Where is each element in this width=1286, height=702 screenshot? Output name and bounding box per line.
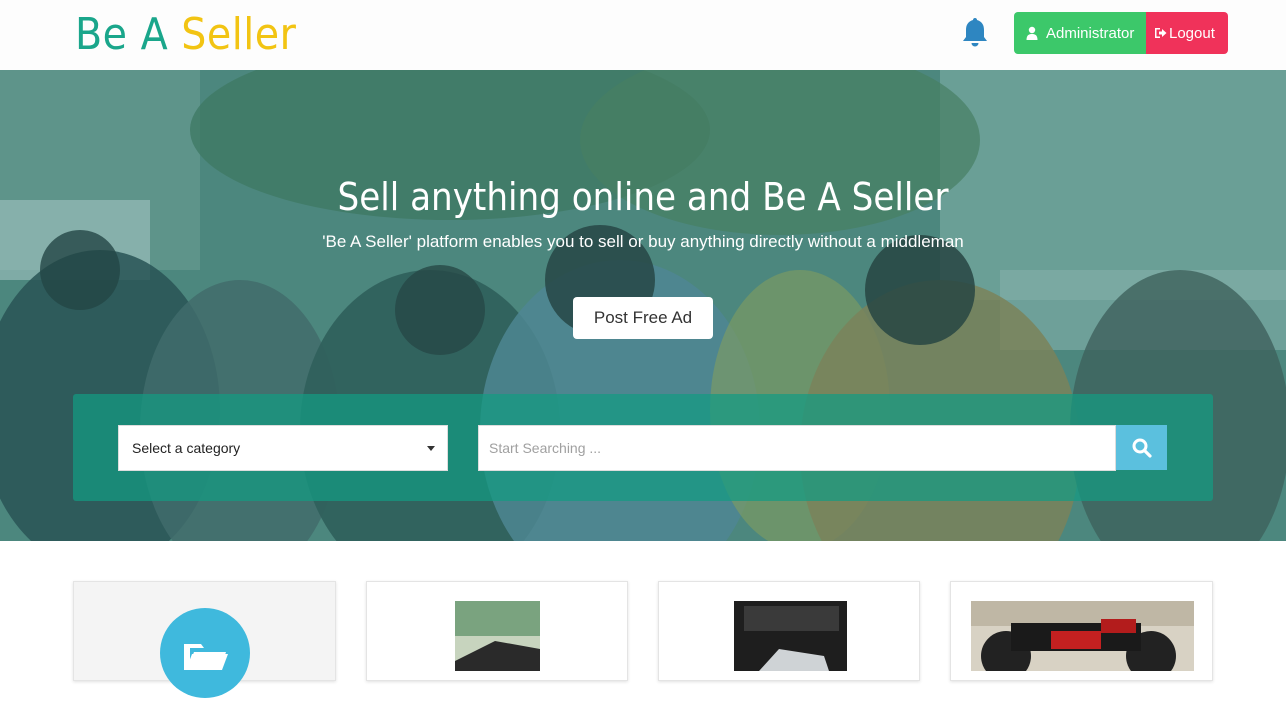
listing-image-motorcycle (971, 601, 1194, 671)
search-input[interactable] (478, 425, 1116, 471)
category-icon-circle (160, 608, 250, 698)
sign-out-icon (1155, 28, 1167, 38)
category-card[interactable] (73, 581, 336, 698)
user-icon (1026, 26, 1038, 40)
post-free-ad-button[interactable]: Post Free Ad (573, 297, 713, 339)
logout-button[interactable]: Logout (1146, 12, 1228, 54)
listing-card[interactable] (658, 581, 920, 681)
folder-open-icon (184, 644, 228, 670)
bell-icon[interactable] (960, 16, 990, 48)
hero-subtitle: 'Be A Seller' platform enables you to se… (322, 232, 964, 251)
search-icon (1132, 438, 1152, 458)
logo-text-seller: Seller (181, 9, 297, 60)
listing-card[interactable] (366, 581, 628, 681)
listing-image-device (734, 601, 847, 671)
administrator-button[interactable]: Administrator (1014, 12, 1146, 54)
logout-label: Logout (1169, 24, 1215, 42)
search-panel: Select a category (73, 394, 1213, 501)
logo-text-be-a: Be A (75, 9, 169, 60)
category-select-value: Select a category (132, 440, 241, 456)
caret-down-icon (427, 446, 435, 451)
administrator-label: Administrator (1046, 24, 1135, 42)
category-select[interactable]: Select a category (118, 425, 448, 471)
top-navbar: Be A Seller Administrator Logout (0, 0, 1286, 70)
listing-card[interactable] (950, 581, 1213, 681)
site-logo[interactable]: Be A Seller (75, 10, 296, 60)
listing-image-tablet (455, 601, 540, 671)
hero-title: Sell anything online and Be A Seller (337, 175, 949, 219)
search-button[interactable] (1116, 425, 1167, 470)
hero-banner: Sell anything online and Be A Seller 'Be… (0, 70, 1286, 541)
